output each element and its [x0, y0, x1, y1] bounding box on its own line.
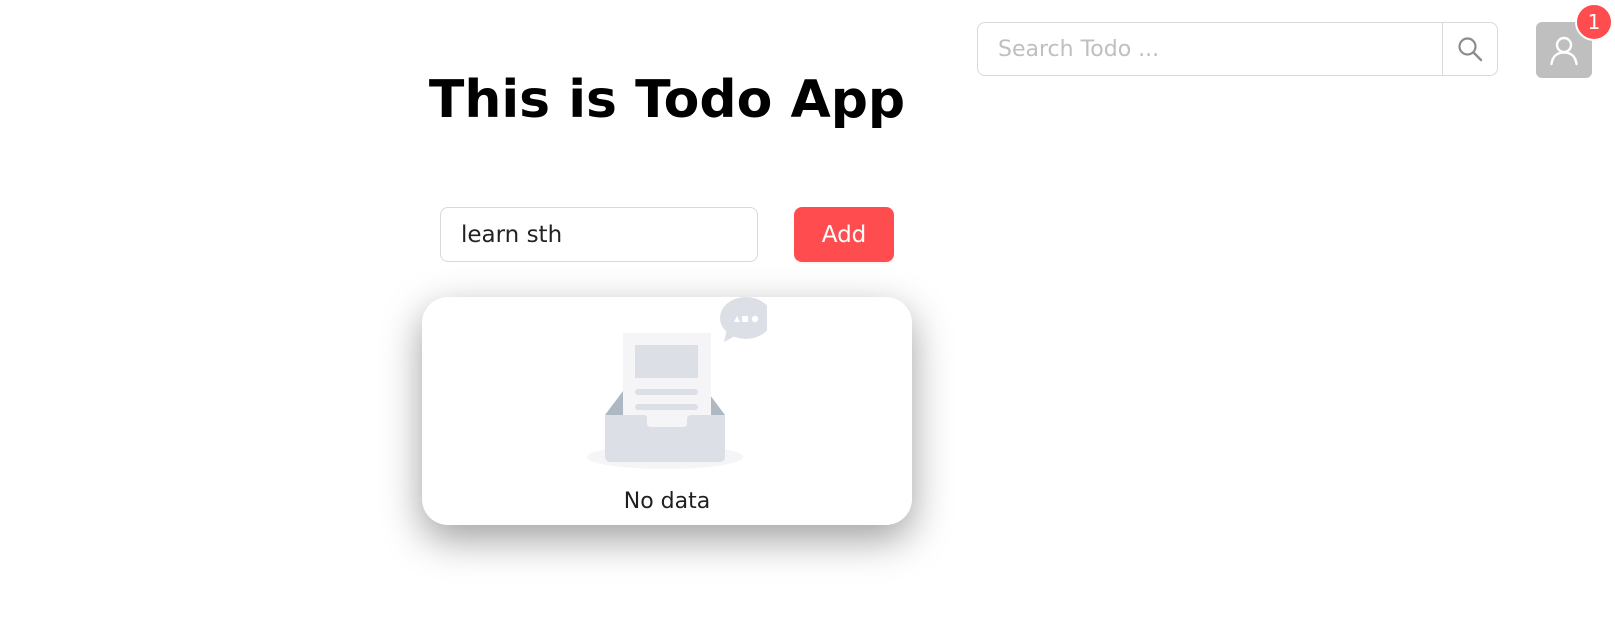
search-button[interactable] [1442, 23, 1497, 75]
notification-badge: 1 [1575, 3, 1613, 41]
search-icon [1458, 37, 1483, 62]
add-button[interactable]: Add [794, 207, 894, 262]
user-icon [1550, 36, 1578, 66]
search-bar [977, 22, 1498, 76]
todo-page: 1 This is Todo App Add No data [0, 0, 1615, 633]
page-title: This is Todo App [428, 70, 906, 130]
search-input[interactable] [978, 23, 1442, 75]
empty-inbox-icon [587, 297, 767, 469]
todo-list: No data [422, 297, 912, 525]
empty-state-text: No data [623, 489, 711, 514]
todo-input[interactable] [440, 207, 758, 262]
